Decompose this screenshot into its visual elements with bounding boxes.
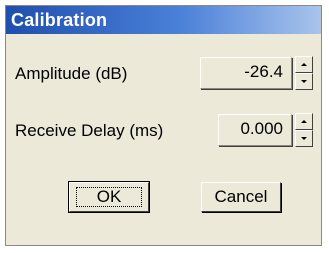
- arrow-up-icon: [301, 120, 307, 123]
- calibration-dialog: Calibration Amplitude (dB) -26.4 Receive…: [5, 5, 322, 246]
- window-title: Calibration: [11, 10, 108, 30]
- amplitude-spinner: [295, 56, 313, 90]
- arrow-down-icon: [301, 137, 307, 140]
- ok-button-label: OK: [96, 187, 122, 206]
- ok-button[interactable]: OK: [68, 181, 150, 213]
- title-bar[interactable]: Calibration: [6, 6, 321, 34]
- amplitude-spin-up-button[interactable]: [295, 56, 313, 73]
- amplitude-input[interactable]: -26.4: [200, 57, 292, 89]
- receive-delay-label: Receive Delay (ms): [15, 121, 164, 140]
- cancel-button[interactable]: Cancel: [201, 182, 281, 212]
- amplitude-label: Amplitude (dB): [15, 64, 128, 83]
- arrow-down-icon: [301, 80, 307, 83]
- receive-delay-input[interactable]: 0.000: [218, 114, 292, 146]
- receive-delay-spinner: [295, 113, 313, 147]
- amplitude-spin-down-button[interactable]: [295, 73, 313, 90]
- cancel-button-label: Cancel: [214, 187, 268, 206]
- arrow-up-icon: [301, 63, 307, 66]
- receive-delay-spin-down-button[interactable]: [295, 130, 313, 147]
- receive-delay-spin-up-button[interactable]: [295, 113, 313, 130]
